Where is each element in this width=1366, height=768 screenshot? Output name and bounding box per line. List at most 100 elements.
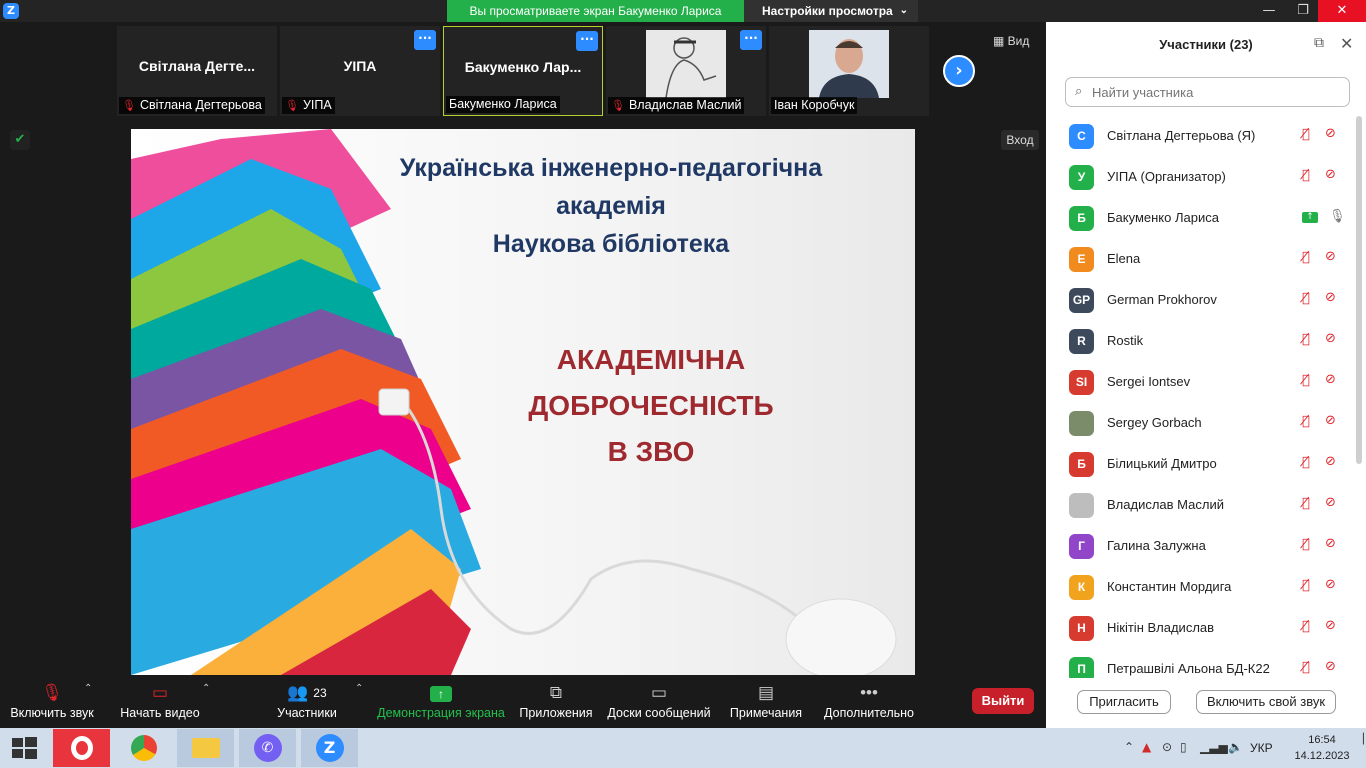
video-tile-3-active-speaker[interactable]: Бакуменко Лар... ··· Бакуменко Лариса xyxy=(443,26,603,116)
video-off-icon: ⊘ xyxy=(1325,413,1336,428)
participant-search[interactable]: ⌕ xyxy=(1065,77,1350,107)
chrome-browser-icon[interactable] xyxy=(115,729,172,767)
video-off-icon: ⊘ xyxy=(1325,372,1336,387)
participant-row[interactable]: К Константин Мордига 🎙̸ ⊘ xyxy=(1046,567,1356,608)
participant-name: Бакуменко Лариса xyxy=(1107,210,1219,225)
video-tile-2[interactable]: УІПА ··· 🎙 УІПА xyxy=(280,26,440,116)
participant-avatar: GP xyxy=(1069,288,1094,313)
participant-row[interactable]: E Elena 🎙̸ ⊘ xyxy=(1046,239,1356,280)
whiteboards-button[interactable]: ▭ Доски сообщений xyxy=(604,680,714,724)
notifications-icon[interactable]: ▕ xyxy=(1356,734,1364,745)
video-off-icon: ⊘ xyxy=(1325,126,1336,141)
participant-search-input[interactable] xyxy=(1092,83,1342,101)
video-off-icon: ⊘ xyxy=(1325,290,1336,305)
mic-muted-icon: 🎙̸ xyxy=(1302,496,1310,511)
system-clock[interactable]: 16:54 14.12.2023 xyxy=(1292,732,1352,764)
zoom-app-icon[interactable]: Z xyxy=(301,729,358,767)
avatar-drawing-image xyxy=(646,30,726,98)
video-tile-4[interactable]: ··· 🎙 Владислав Маслий xyxy=(606,26,766,116)
restore-icon[interactable]: ❐ xyxy=(1286,0,1320,22)
participant-avatar: Г xyxy=(1069,534,1094,559)
participant-name: УІПА (Организатор) xyxy=(1107,169,1226,184)
mic-muted-icon: 🎙̸ xyxy=(1302,660,1310,675)
participant-name: Sergei Iontsev xyxy=(1107,374,1191,389)
participants-icon: 👥 xyxy=(287,683,309,702)
participant-row[interactable]: Sergey Gorbach 🎙̸ ⊘ xyxy=(1046,403,1356,444)
notes-button[interactable]: ▤ Примечания xyxy=(726,680,806,724)
minimize-icon[interactable]: — xyxy=(1252,0,1286,22)
share-screen-icon: ↑ xyxy=(430,686,452,702)
leave-meeting-button[interactable]: Выйти xyxy=(972,688,1034,714)
participant-name: Світлана Дегтерьова (Я) xyxy=(1107,128,1256,143)
view-layout-button[interactable]: ▦ Вид xyxy=(993,34,1037,52)
participant-avatar: С xyxy=(1069,124,1094,149)
participants-button[interactable]: 👥 23 Участники xyxy=(270,680,344,724)
audio-options-chevron-icon[interactable]: ⌃ xyxy=(84,683,92,694)
participant-name: Галина Залужна xyxy=(1107,538,1206,553)
participant-name: German Prokhorov xyxy=(1107,292,1217,307)
participant-avatar: R xyxy=(1069,329,1094,354)
participant-name: Нікітін Владислав xyxy=(1107,620,1215,635)
network-status-icon[interactable]: ⊙ xyxy=(1162,740,1172,754)
close-window-icon[interactable]: ✕ xyxy=(1318,0,1366,22)
apps-button[interactable]: ⧉ Приложения xyxy=(516,680,596,724)
signal-icon[interactable]: ▁▃▅ xyxy=(1200,740,1228,754)
participant-row[interactable]: SI Sergei Iontsev 🎙̸ ⊘ xyxy=(1046,362,1356,403)
next-page-arrow-icon[interactable]: › xyxy=(943,55,975,87)
participant-row[interactable]: Б Бакуменко Лариса ↑ 🎙 xyxy=(1046,198,1356,239)
participant-avatar: Б xyxy=(1069,452,1094,477)
mic-muted-icon: 🎙̸ xyxy=(1302,537,1310,552)
participant-avatar: Н xyxy=(1069,616,1094,641)
tile-name-label: Іван Коробчук xyxy=(771,97,858,114)
more-options-icon[interactable]: ··· xyxy=(576,31,598,51)
security-shield-icon[interactable]: ✔ xyxy=(10,130,30,150)
more-dots-icon: ••• xyxy=(860,683,878,702)
participant-row[interactable]: У УІПА (Организатор) 🎙̸ ⊘ xyxy=(1046,157,1356,198)
share-screen-button[interactable]: ↑ Демонстрация экрана xyxy=(376,680,506,724)
opera-browser-icon[interactable] xyxy=(53,729,110,767)
video-tile-5[interactable]: Іван Коробчук xyxy=(769,26,929,116)
unmute-self-button[interactable]: Включить свой звук xyxy=(1196,690,1336,714)
participants-options-chevron-icon[interactable]: ⌃ xyxy=(355,683,363,694)
more-options-icon[interactable]: ··· xyxy=(740,30,762,50)
participant-row[interactable]: П Петрашвілі Альона БД-К22 🎙̸ ⊘ xyxy=(1046,649,1356,678)
participant-photo-image xyxy=(809,30,889,98)
start-video-button[interactable]: ▭ Начать видео xyxy=(118,680,202,724)
participant-row[interactable]: Владислав Маслий 🎙̸ ⊘ xyxy=(1046,485,1356,526)
mic-on-icon: 🎙 xyxy=(1329,209,1346,224)
mic-muted-icon: 🎙̸ xyxy=(1302,127,1310,142)
tray-expand-icon[interactable]: ⌃ xyxy=(1124,740,1134,754)
input-language-indicator[interactable]: УКР xyxy=(1250,741,1273,755)
participant-row[interactable]: Н Нікітін Владислав 🎙̸ ⊘ xyxy=(1046,608,1356,649)
participant-row[interactable]: R Rostik 🎙̸ ⊘ xyxy=(1046,321,1356,362)
viber-icon[interactable]: ✆ xyxy=(239,729,296,767)
participant-avatar: П xyxy=(1069,657,1094,678)
close-panel-icon[interactable]: ✕ xyxy=(1340,34,1353,53)
participant-row[interactable]: С Світлана Дегтерьова (Я) 🎙̸ ⊘ xyxy=(1046,116,1356,157)
windows-start-icon[interactable] xyxy=(10,736,38,760)
participant-row[interactable]: GP German Prokhorov 🎙̸ ⊘ xyxy=(1046,280,1356,321)
video-off-icon: ⊘ xyxy=(1325,167,1336,182)
participant-row[interactable]: Г Галина Залужна 🎙̸ ⊘ xyxy=(1046,526,1356,567)
notes-icon: ▤ xyxy=(757,683,775,702)
tile-display-name: Світлана Дегте... xyxy=(138,58,256,74)
video-off-icon: ⊘ xyxy=(1325,249,1336,264)
enter-button[interactable]: Вход xyxy=(1001,130,1039,150)
participant-row[interactable]: Б Білицький Дмитро 🎙̸ ⊘ xyxy=(1046,444,1356,485)
popout-icon[interactable]: ⧉ xyxy=(1314,35,1324,51)
battery-icon[interactable]: ▯ xyxy=(1180,740,1187,754)
file-explorer-icon[interactable] xyxy=(177,729,234,767)
invite-button[interactable]: Пригласить xyxy=(1077,690,1171,714)
participant-list-scrollbar[interactable] xyxy=(1356,116,1362,464)
more-button[interactable]: ••• Дополнительно xyxy=(820,680,918,724)
tray-app-icon[interactable]: ▲ xyxy=(1142,740,1151,754)
more-options-icon[interactable]: ··· xyxy=(414,30,436,50)
participants-panel: Участники (23) ⧉ ✕ ⌕ ССвітлана Дегтерьов… xyxy=(1046,22,1366,728)
participant-avatar: К xyxy=(1069,575,1094,600)
view-settings-dropdown[interactable]: Настройки просмотра ⌄ xyxy=(744,0,918,22)
video-options-chevron-icon[interactable]: ⌃ xyxy=(202,683,210,694)
volume-icon[interactable]: 🔈 xyxy=(1228,740,1243,754)
video-tile-1[interactable]: Світлана Дегте... 🎙 Світлана Дегтерьова xyxy=(117,26,277,116)
participant-name: Rostik xyxy=(1107,333,1144,348)
participant-avatar xyxy=(1069,493,1094,518)
